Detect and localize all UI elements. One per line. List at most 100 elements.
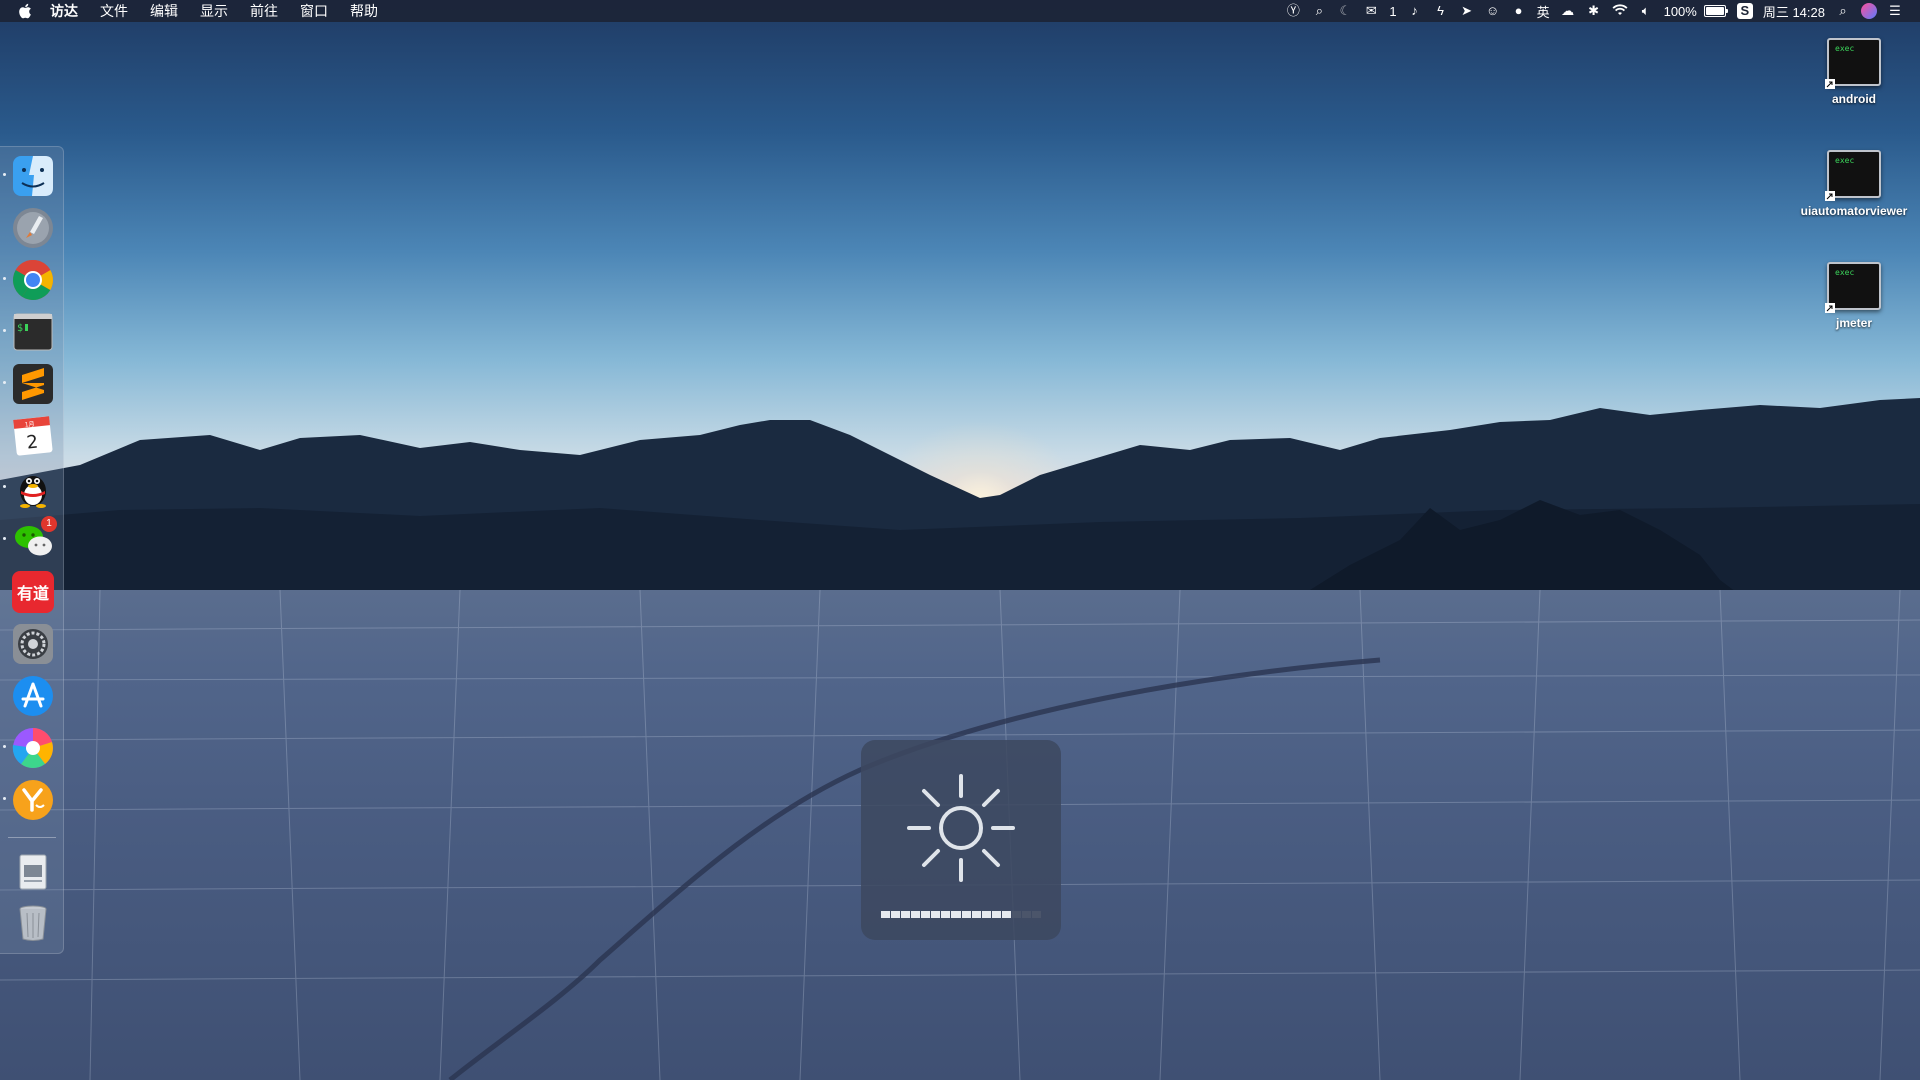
tray-clock[interactable]: 周三 14:28 <box>1763 2 1825 21</box>
y-app-icon <box>13 780 53 820</box>
dock-item-finder[interactable] <box>12 155 54 197</box>
desktop-icon-uiautomatorviewer[interactable]: exec uiautomatorviewer <box>1794 150 1914 220</box>
terminal-icon: $ <box>13 313 53 351</box>
brightness-segment <box>951 911 961 918</box>
brightness-level-bar <box>881 911 1041 918</box>
desktop-icon-label: jmeter <box>1835 316 1873 330</box>
brightness-segment <box>981 911 991 918</box>
qq-icon <box>20 476 46 508</box>
alias-arrow-icon <box>1825 79 1835 89</box>
dock-item-app-store[interactable] <box>12 675 54 717</box>
exec-file-icon: exec <box>1825 150 1881 201</box>
tray-input-method[interactable]: 英 <box>1537 2 1550 21</box>
tray-bolt-icon[interactable]: ϟ <box>1433 3 1449 19</box>
wechat-badge: 1 <box>41 516 57 532</box>
siri-icon[interactable] <box>1861 3 1877 19</box>
exec-file-icon: exec <box>1825 262 1881 313</box>
brightness-segment <box>921 911 931 918</box>
tray-moon-icon[interactable]: ☾ <box>1337 3 1353 19</box>
dock-item-trash[interactable] <box>12 901 54 943</box>
menu-bar: 访达 文件 编辑 显示 前往 窗口 帮助 Ⓨ ⌕ ☾ ✉ 1 ♪ ϟ ➤ ☺ ●… <box>0 0 1920 22</box>
alias-arrow-icon <box>1825 191 1835 201</box>
dock: $ 1月 2 1 有道 <box>0 146 64 954</box>
tray-s-app-icon[interactable]: S <box>1736 3 1753 19</box>
menu-go[interactable]: 前往 <box>250 1 278 21</box>
dock-item-color-app[interactable] <box>12 727 54 769</box>
tray-send-icon[interactable]: ➤ <box>1459 3 1475 19</box>
dock-running-indicator <box>3 277 6 280</box>
dock-item-y-app[interactable] <box>12 779 54 821</box>
exec-file-icon: exec <box>1825 38 1881 89</box>
brightness-segment <box>1011 911 1021 918</box>
chrome-icon <box>13 260 53 300</box>
dock-item-qq[interactable] <box>12 467 54 509</box>
tray-volume-icon[interactable]: 🔈︎ <box>1638 3 1654 19</box>
dock-item-sublime[interactable] <box>12 363 54 405</box>
tray-face-icon[interactable]: ☺ <box>1485 3 1501 19</box>
sublime-icon <box>13 364 53 404</box>
tray-wifi-icon[interactable] <box>1612 3 1628 19</box>
appstore-icon <box>13 676 53 716</box>
documents-icon <box>19 854 47 890</box>
youdao-icon: 有道 <box>12 571 54 613</box>
notification-center-icon[interactable]: ☰ <box>1887 3 1903 19</box>
dock-running-indicator <box>3 797 6 800</box>
menu-edit[interactable]: 编辑 <box>150 1 178 21</box>
dock-item-launchpad[interactable] <box>12 207 54 249</box>
menu-file[interactable]: 文件 <box>100 1 128 21</box>
dock-running-indicator <box>3 381 6 384</box>
menu-app-name[interactable]: 访达 <box>50 1 78 21</box>
finder-icon <box>13 156 53 196</box>
menu-help[interactable]: 帮助 <box>350 1 378 21</box>
spotlight-search-icon[interactable]: ⌕ <box>1835 3 1851 19</box>
tray-wechat-icon[interactable]: ✉ <box>1363 3 1379 19</box>
brightness-segment <box>901 911 911 918</box>
dock-item-terminal[interactable]: $ <box>12 311 54 353</box>
calendar-month: 1月 <box>24 421 35 429</box>
desktop-icon-android[interactable]: exec android <box>1794 38 1914 108</box>
dock-running-indicator <box>3 485 6 488</box>
battery-icon[interactable] <box>1703 5 1728 17</box>
dock-running-indicator <box>3 329 6 332</box>
desktop-icon-label: android <box>1832 92 1876 106</box>
tray-bell-icon[interactable]: ♪ <box>1407 3 1423 19</box>
tray-battery-percent[interactable]: 100% <box>1664 4 1697 19</box>
svg-text:$: $ <box>17 323 23 334</box>
youdao-label: 有道 <box>16 584 49 603</box>
menu-view[interactable]: 显示 <box>200 1 228 21</box>
alias-arrow-icon <box>1825 303 1835 313</box>
dock-item-calendar[interactable]: 1月 2 <box>12 415 54 457</box>
gear-icon <box>13 624 53 664</box>
tray-wechat-count[interactable]: 1 <box>1389 4 1396 19</box>
dock-item-youdao[interactable]: 有道 <box>12 571 54 613</box>
dock-item-wechat[interactable]: 1 <box>12 516 57 561</box>
tray-y-icon[interactable]: Ⓨ <box>1285 3 1301 19</box>
tray-bluetooth-icon[interactable]: ✱ <box>1586 3 1602 19</box>
brightness-segment <box>881 911 891 918</box>
launchpad-icon <box>13 208 53 248</box>
calendar-day: 2 <box>26 432 40 454</box>
colorwheel-icon <box>12 728 53 768</box>
dock-item-chrome[interactable] <box>12 259 54 301</box>
brightness-hud <box>861 740 1061 940</box>
dock-item-documents[interactable] <box>12 851 54 893</box>
brightness-segment <box>1031 911 1041 918</box>
dock-running-indicator <box>3 537 6 540</box>
brightness-segment <box>971 911 981 918</box>
brightness-segment <box>1021 911 1031 918</box>
dock-item-system-preferences[interactable] <box>12 623 54 665</box>
tray-cloud-icon[interactable]: ☁ <box>1560 3 1576 19</box>
tray-mic-icon[interactable]: ● <box>1511 3 1527 19</box>
dock-separator <box>8 837 56 838</box>
brightness-segment <box>911 911 921 918</box>
calendar-icon: 1月 2 <box>13 416 53 456</box>
brightness-segment <box>931 911 941 918</box>
desktop-icon-jmeter[interactable]: exec jmeter <box>1794 262 1914 332</box>
tray-search-doc-icon[interactable]: ⌕ <box>1311 3 1327 19</box>
apple-icon[interactable] <box>18 3 32 19</box>
brightness-segment <box>1001 911 1011 918</box>
wallpaper-mountains <box>0 398 1920 610</box>
brightness-segment <box>961 911 971 918</box>
sun-icon <box>907 774 1015 882</box>
menu-window[interactable]: 窗口 <box>300 1 328 21</box>
